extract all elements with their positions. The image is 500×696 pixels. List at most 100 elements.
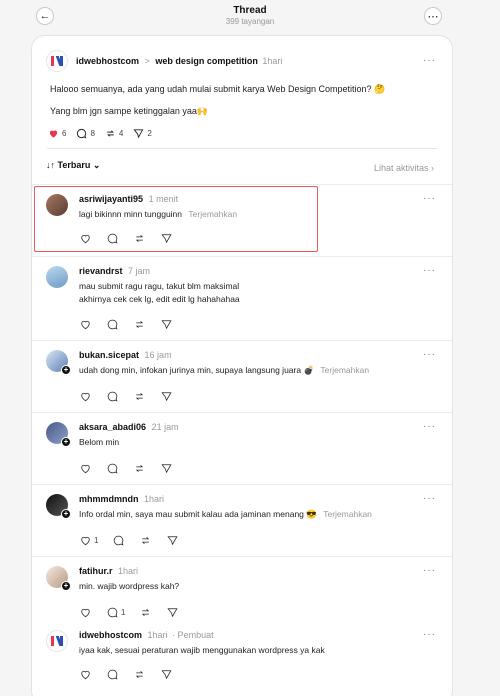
follow-plus-icon[interactable]: +: [61, 437, 71, 447]
comment-body: min. wajib wordpress kah?: [79, 581, 180, 591]
comment-more-icon[interactable]: ···: [423, 193, 436, 204]
repost-count: 4: [118, 129, 124, 138]
comment-username[interactable]: mhmmdmndn: [79, 494, 139, 504]
community-link[interactable]: web design competition: [155, 56, 258, 66]
comment-item: + bukan.sicepat 16 jam ··· udah dong min…: [32, 340, 452, 412]
translate-link[interactable]: Terjemahkan: [323, 509, 372, 519]
sort-dropdown[interactable]: ↓↑ Terbaru ⌄: [46, 160, 100, 171]
comment-body: Info ordal min, saya mau submit kalau ad…: [79, 509, 317, 519]
share-button[interactable]: [160, 462, 173, 475]
repost-button[interactable]: 4: [105, 128, 123, 139]
share-icon: [133, 129, 144, 139]
follow-plus-icon[interactable]: +: [61, 365, 71, 375]
repost-icon: [107, 130, 114, 137]
comment-username[interactable]: fatihur.r: [79, 566, 113, 576]
top-bar: ← Thread 399 tayangan ⋯: [0, 0, 500, 34]
share-button[interactable]: [160, 390, 173, 403]
comment-icon: [107, 607, 118, 618]
post-more-icon[interactable]: ···: [423, 55, 436, 66]
repost-button[interactable]: [133, 390, 146, 403]
repost-button[interactable]: [139, 534, 152, 547]
comment-button[interactable]: [106, 390, 119, 403]
comment-more-icon[interactable]: ···: [423, 493, 436, 504]
comment-actions: [79, 390, 173, 403]
view-activity-link[interactable]: Lihat aktivitas ›: [374, 163, 434, 173]
repost-icon: [142, 536, 150, 545]
translate-link[interactable]: Terjemahkan: [320, 365, 369, 375]
comment-button[interactable]: [112, 534, 125, 547]
repost-button[interactable]: [133, 668, 146, 681]
comment-time: 1hari: [144, 494, 165, 504]
comment-time: 16 jam: [144, 350, 172, 360]
comment-more-icon[interactable]: ···: [423, 629, 436, 640]
like-count: 6: [62, 129, 67, 138]
comment-time: 7 jam: [128, 266, 151, 276]
chevron-right-icon: >: [144, 56, 150, 66]
idwebhost-logo-icon: [51, 56, 63, 66]
comment-more-icon[interactable]: ···: [423, 349, 436, 360]
comment-actions: 1: [79, 534, 179, 547]
comment-button[interactable]: [106, 318, 119, 331]
comment-time: 21 jam: [151, 422, 179, 432]
comment-username[interactable]: idwebhostcom: [79, 630, 142, 640]
comment-username[interactable]: rievandrst: [79, 266, 123, 276]
post-author[interactable]: idwebhostcom: [76, 56, 139, 66]
like-button[interactable]: [79, 606, 92, 619]
repost-button[interactable]: [133, 318, 146, 331]
like-button[interactable]: [79, 318, 92, 331]
author-badge: · Pembuat: [172, 630, 214, 640]
comment-body: mau submit ragu ragu, takut blm maksimal: [79, 281, 240, 291]
avatar[interactable]: [46, 266, 68, 288]
comment-text: udah dong min, infokan jurinya min, supa…: [79, 364, 369, 377]
comment-more-icon[interactable]: ···: [423, 265, 436, 276]
heart-icon: [81, 320, 90, 330]
comment-username[interactable]: aksara_abadi06: [79, 422, 146, 432]
heart-icon: [81, 536, 90, 546]
avatar[interactable]: [46, 630, 68, 652]
post-stats: 6 8 4 2: [48, 128, 152, 139]
avatar[interactable]: [46, 50, 68, 72]
comment-actions: [79, 318, 173, 331]
comment-icon: [107, 463, 118, 474]
comment-button[interactable]: 8: [76, 128, 95, 139]
comment-count: 8: [90, 129, 95, 138]
share-count: 2: [147, 129, 152, 138]
comment-item: rievandrst 7 jam ··· mau submit ragu rag…: [32, 256, 452, 340]
comment-body: iyaa kak, sesuai peraturan wajib menggun…: [79, 645, 325, 655]
share-button[interactable]: [166, 534, 179, 547]
share-icon: [167, 536, 178, 546]
post-text-line-2: Yang blm jgn sampe ketinggalan yaa🙌: [50, 106, 209, 116]
like-button[interactable]: 6: [48, 128, 66, 139]
follow-plus-icon[interactable]: +: [61, 509, 71, 519]
share-button[interactable]: [166, 606, 179, 619]
repost-button[interactable]: [139, 606, 152, 619]
like-button[interactable]: [79, 462, 92, 475]
comment-button[interactable]: 1: [106, 606, 125, 619]
like-button[interactable]: [79, 668, 92, 681]
share-icon: [167, 608, 178, 618]
like-button[interactable]: 1: [79, 534, 98, 547]
follow-plus-icon[interactable]: +: [61, 581, 71, 591]
more-icon: ⋯: [427, 10, 439, 23]
share-button[interactable]: [160, 318, 173, 331]
selection-highlight: [34, 186, 318, 252]
comment-item: idwebhostcom 1hari · Pembuat ··· iyaa ka…: [32, 620, 452, 696]
comment-item: + aksara_abadi06 21 jam ··· Belom min: [32, 412, 452, 484]
comment-item: + mhmmdmndn 1hari ··· Info ordal min, sa…: [32, 484, 452, 560]
comment-more-icon[interactable]: ···: [423, 421, 436, 432]
comment-item: + fatihur.r 1hari ··· min. wajib wordpre…: [32, 556, 452, 620]
comment-button[interactable]: [106, 462, 119, 475]
comment-icon: [107, 319, 118, 330]
repost-button[interactable]: [133, 462, 146, 475]
comment-more-icon[interactable]: ···: [423, 565, 436, 576]
share-icon: [161, 392, 172, 402]
comment-button[interactable]: [106, 668, 119, 681]
like-button[interactable]: [79, 390, 92, 403]
comment-username[interactable]: bukan.sicepat: [79, 350, 139, 360]
comment-count: 1: [121, 608, 126, 617]
share-icon: [161, 670, 172, 680]
repost-icon: [135, 392, 144, 401]
share-button[interactable]: [160, 668, 173, 681]
share-button[interactable]: 2: [133, 128, 152, 139]
more-button[interactable]: ⋯: [424, 7, 442, 25]
